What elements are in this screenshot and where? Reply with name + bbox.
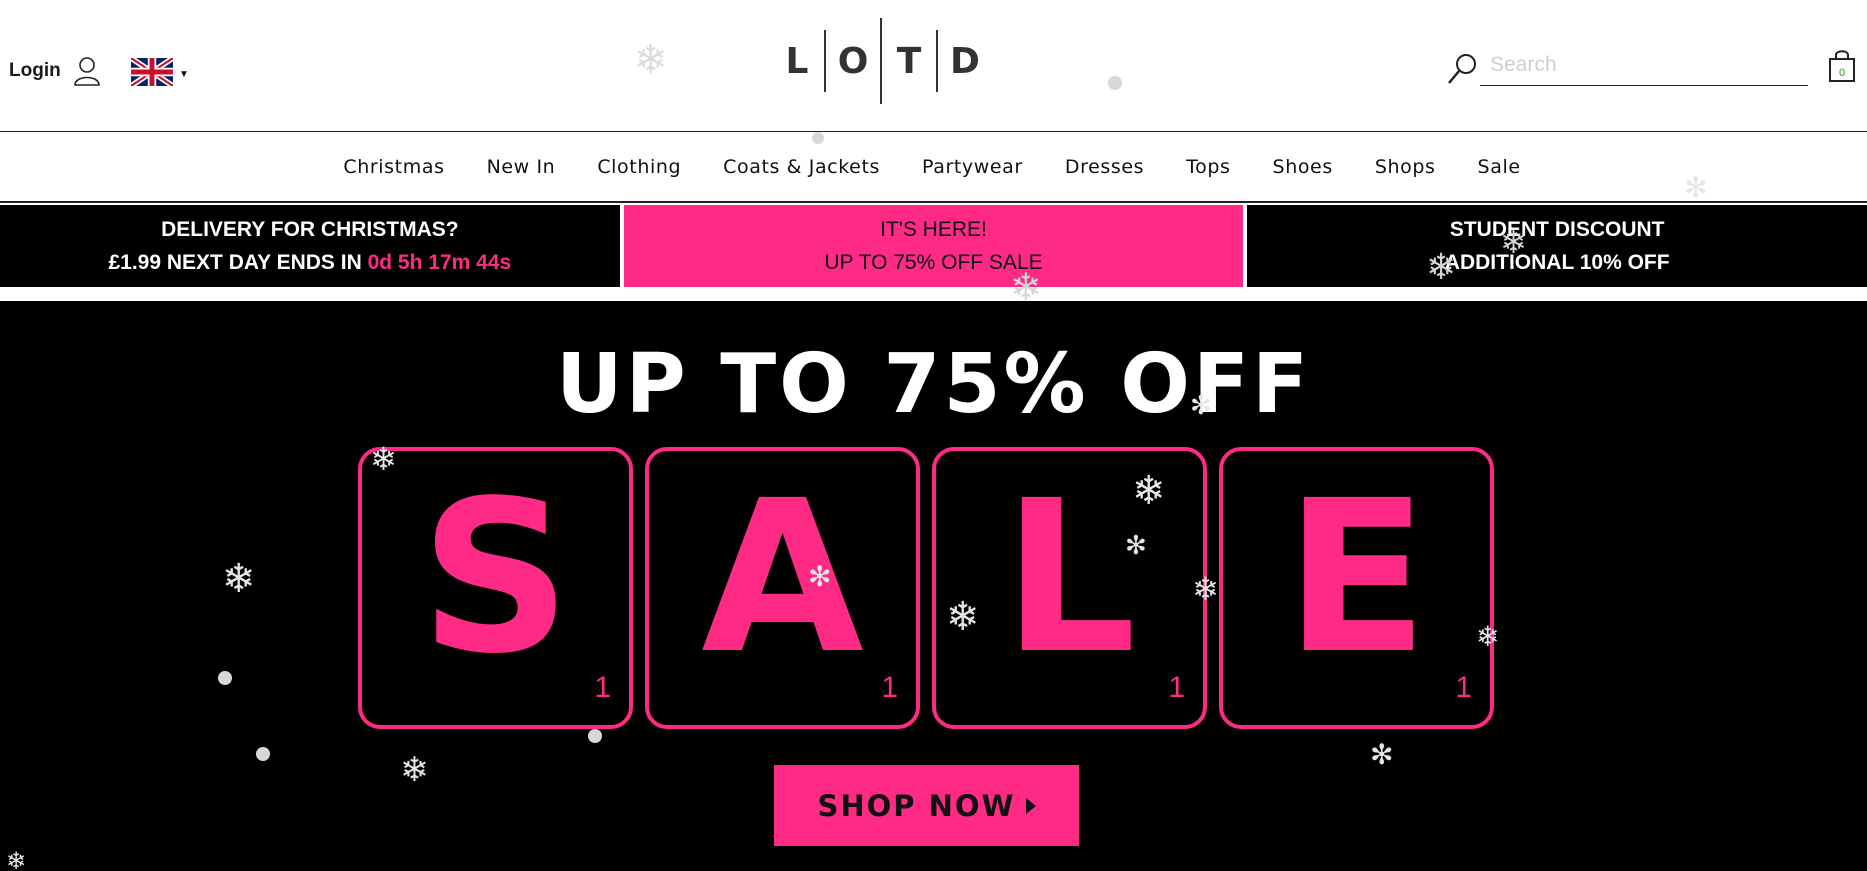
search-input[interactable]	[1480, 44, 1808, 86]
snowflake-icon: ❄	[222, 556, 256, 602]
countdown-timer: 0d 5h 17m 44s	[367, 251, 512, 274]
promo-delivery[interactable]: DELIVERY FOR CHRISTMAS? £1.99 NEXT DAY E…	[0, 205, 620, 287]
language-selector[interactable]: ▼	[131, 58, 189, 86]
shop-now-button[interactable]: SHOP NOW	[774, 765, 1079, 846]
tile-score: 1	[1455, 671, 1472, 704]
promo-student[interactable]: STUDENT DISCOUNT ADDITIONAL 10% OFF	[1247, 205, 1867, 287]
login-link[interactable]: Login	[9, 56, 101, 86]
snowflake-icon: ❄	[6, 847, 27, 871]
sale-tiles: S 1 A 1 L 1 E 1	[358, 447, 1494, 729]
promo-strip: DELIVERY FOR CHRISTMAS? £1.99 NEXT DAY E…	[0, 205, 1867, 287]
user-icon	[73, 56, 101, 86]
nav-item-shoes[interactable]: Shoes	[1252, 156, 1354, 178]
nav-list: Christmas New In Clothing Coats & Jacket…	[322, 156, 1541, 178]
hero-banner[interactable]: UP TO 75% OFF S 1 A 1 L 1 E 1 SHOP NOW ❄…	[0, 301, 1867, 871]
search-icon[interactable]	[1446, 52, 1478, 86]
tile-letter: L	[1002, 455, 1137, 700]
logo-letter: O	[837, 40, 869, 82]
nav-item-tops[interactable]: Tops	[1165, 156, 1251, 178]
shop-now-label: SHOP NOW	[817, 788, 1016, 823]
nav-item-partywear[interactable]: Partywear	[901, 156, 1044, 178]
promo-delivery-subtitle: £1.99 NEXT DAY ENDS IN 0d 5h 17m 44s	[108, 246, 511, 279]
snow-dot	[218, 671, 232, 685]
play-arrow-icon	[1025, 797, 1036, 814]
shopping-bag-icon: 0	[1829, 50, 1855, 82]
caret-down-icon: ▼	[179, 68, 189, 80]
nav-item-sale[interactable]: Sale	[1457, 156, 1542, 178]
letter-tile: E 1	[1219, 447, 1494, 729]
letter-tile: S 1	[358, 447, 633, 729]
tile-letter: E	[1284, 455, 1429, 700]
uk-flag-icon	[131, 58, 173, 86]
search-bar	[1446, 44, 1808, 86]
cart-button[interactable]: 0	[1828, 49, 1856, 83]
letter-tile: L 1	[932, 447, 1207, 729]
snow-dot	[256, 747, 270, 761]
tile-score: 1	[881, 671, 898, 704]
nav-item-dresses[interactable]: Dresses	[1044, 156, 1165, 178]
login-label: Login	[9, 60, 61, 81]
promo-student-title: STUDENT DISCOUNT	[1449, 218, 1665, 241]
snow-dot	[588, 729, 602, 743]
nav-item-shops[interactable]: Shops	[1354, 156, 1457, 178]
tile-letter: S	[419, 455, 572, 700]
nav-item-christmas[interactable]: Christmas	[322, 156, 465, 178]
promo-delivery-text: £1.99 NEXT DAY ENDS IN	[108, 251, 368, 274]
nav-item-coats-jackets[interactable]: Coats & Jackets	[702, 156, 901, 178]
site-logo[interactable]: L O T D	[770, 18, 992, 104]
logo-letter: T	[896, 40, 922, 82]
nav-item-clothing[interactable]: Clothing	[576, 156, 702, 178]
nav-item-new-in[interactable]: New In	[466, 156, 577, 178]
promo-sale[interactable]: IT'S HERE! UP TO 75% OFF SALE	[623, 205, 1244, 287]
promo-sale-title: IT'S HERE!	[880, 218, 987, 241]
tile-letter: A	[701, 455, 864, 700]
logo-letter: D	[950, 40, 980, 82]
cart-count: 0	[1839, 67, 1845, 79]
tile-score: 1	[594, 671, 611, 704]
hero-headline: UP TO 75% OFF	[556, 337, 1311, 432]
letter-tile: A 1	[645, 447, 920, 729]
promo-student-subtitle: ADDITIONAL 10% OFF	[1444, 251, 1670, 274]
snowflake-icon: ✻	[1370, 738, 1394, 771]
main-navigation: Christmas New In Clothing Coats & Jacket…	[0, 132, 1867, 203]
snowflake-icon: ❄	[400, 750, 429, 790]
tile-score: 1	[1168, 671, 1185, 704]
site-header: Login ▼ L O T D Search 0	[0, 0, 1867, 132]
logo-letter: L	[785, 40, 809, 82]
promo-sale-subtitle: UP TO 75% OFF SALE	[824, 251, 1043, 274]
promo-delivery-title: DELIVERY FOR CHRISTMAS?	[161, 218, 459, 241]
